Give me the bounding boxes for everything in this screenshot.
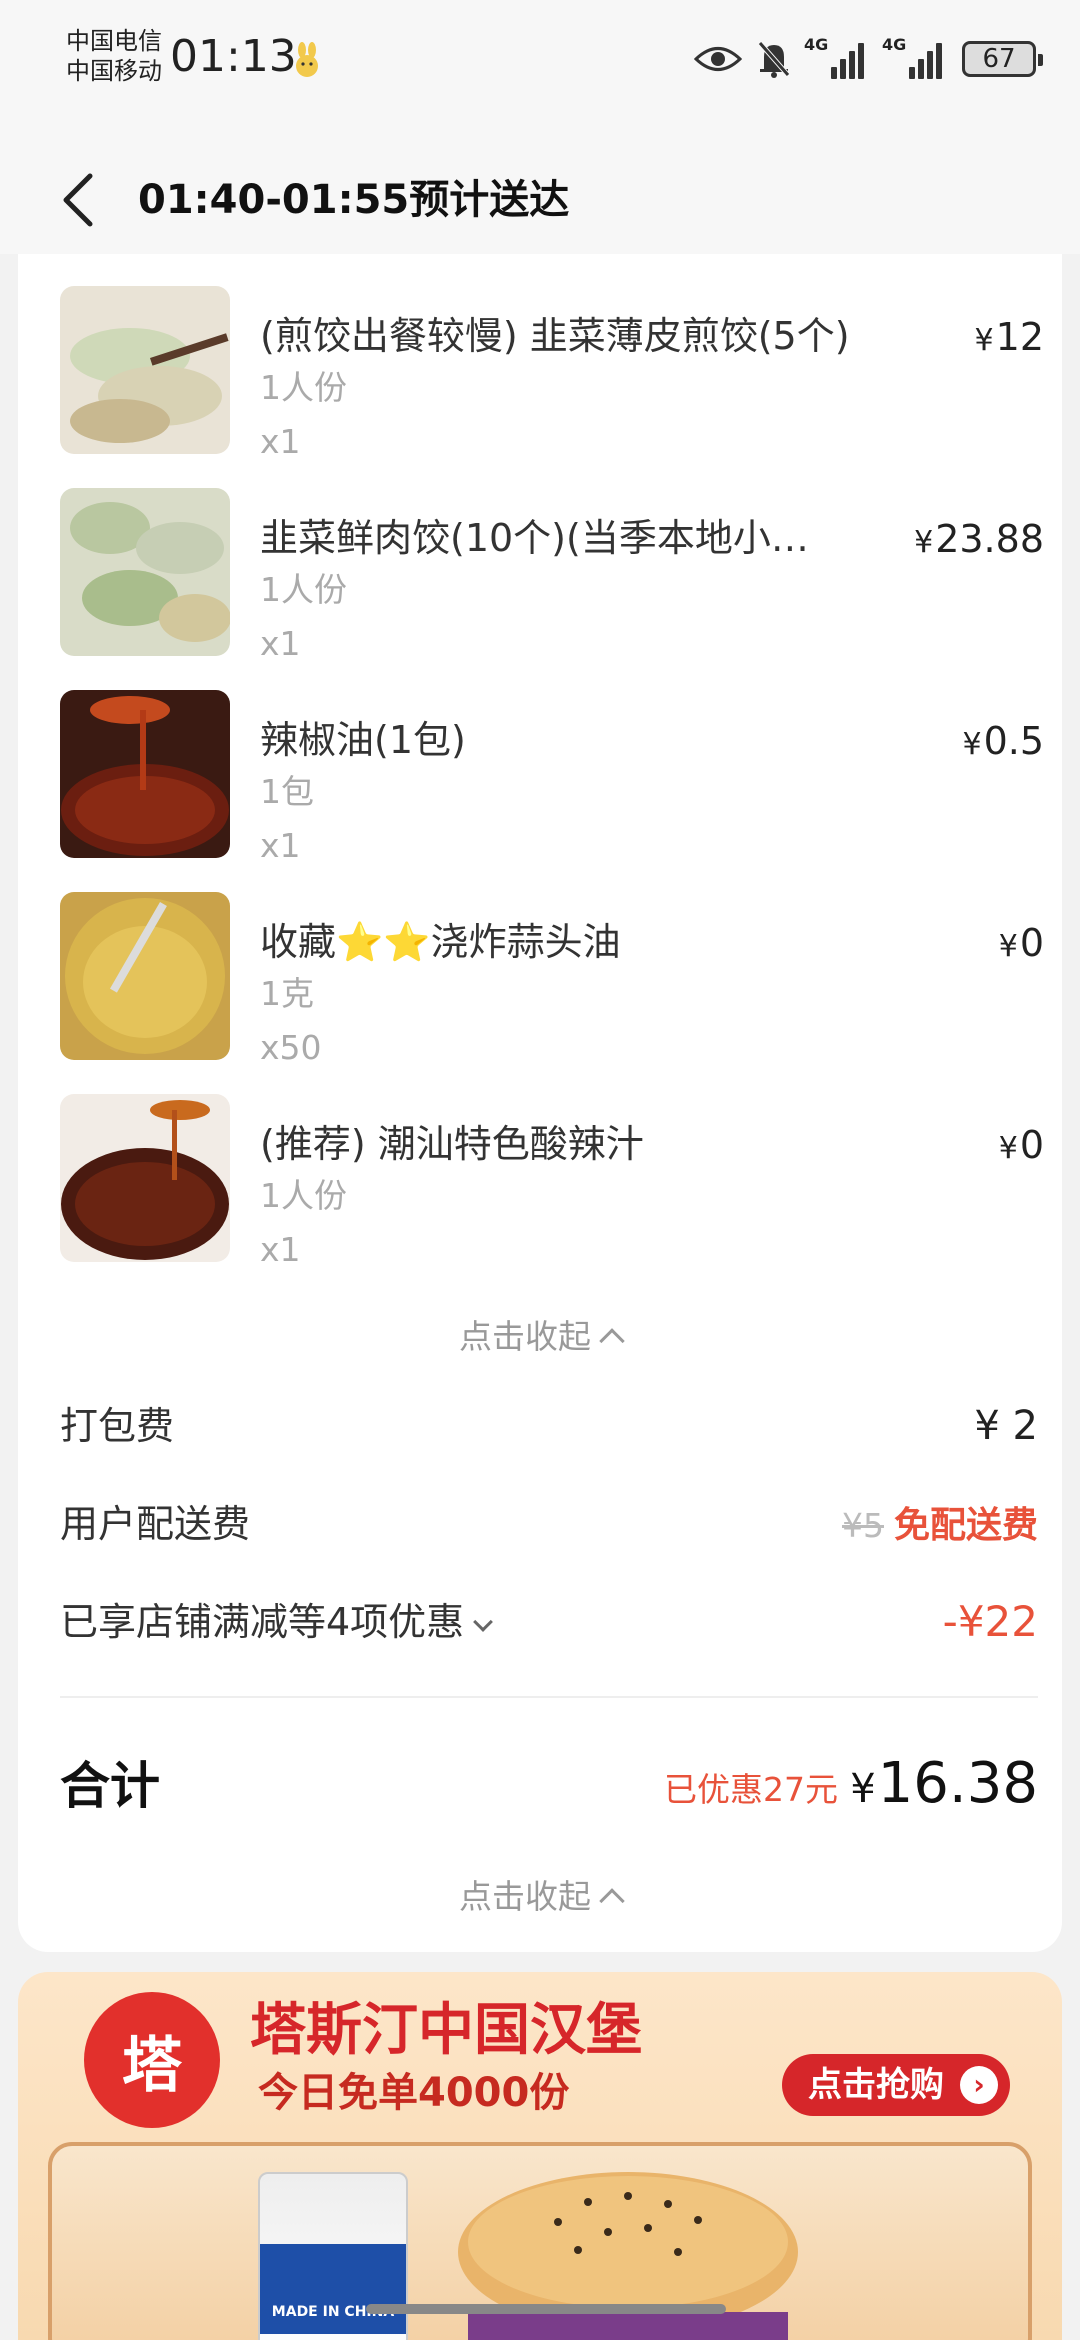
total-value: 16.38 [877, 1751, 1038, 1816]
item-name: 辣椒油(1包) [260, 718, 466, 762]
discount-label: 已享店铺满减等4项优惠 [60, 1592, 494, 1652]
total-label: 合计 [60, 1757, 160, 1815]
price-value: 23.88 [935, 517, 1044, 561]
item-name: (煎饺出餐较慢) 韭菜薄皮煎饺(5个) [260, 314, 850, 358]
delivery-fee-label: 用户配送费 [60, 1502, 251, 1546]
status-bar: 中国电信 中国移动 01:13 4G 4G 67 [0, 0, 1080, 120]
item-spec: 1人份 [260, 368, 347, 407]
order-item[interactable]: 韭菜鲜肉饺(10个)(当季本地小… 1人份 x1 ¥23.88 [60, 488, 1044, 663]
free-delivery-label: 免配送费 [893, 1505, 1038, 1546]
currency-symbol: ¥ [914, 525, 934, 560]
food-thumbnail [60, 1094, 230, 1262]
food-thumbnail [60, 892, 230, 1060]
item-name: (推荐) 潮汕特色酸辣汁 [260, 1122, 644, 1166]
item-quantity: x1 [260, 1230, 301, 1269]
drink-cup-image: MADE IN CHINA [258, 2172, 408, 2340]
item-name: 韭菜鲜肉饺(10个)(当季本地小… [260, 516, 809, 560]
carrier-2: 中国移动 [66, 57, 162, 85]
food-thumbnail [60, 690, 230, 858]
network-label-1: 4G [804, 35, 829, 54]
item-price: ¥12 [975, 312, 1044, 366]
item-price: ¥0 [999, 1120, 1044, 1174]
item-quantity: x1 [260, 826, 301, 865]
currency-symbol: ¥ [850, 1766, 876, 1812]
logo-text: 塔 [122, 2030, 182, 2101]
mute-bell-icon [758, 41, 790, 78]
signal-2-icon: 4G [882, 35, 948, 79]
promo-title: 塔斯汀中国汉堡 [250, 1998, 642, 2063]
packing-fee-row: 打包费 ¥ 2 [60, 1396, 1038, 1456]
order-card: (煎饺出餐较慢) 韭菜薄皮煎饺(5个) 1人份 x1 ¥12 韭菜鲜肉饺(10个… [18, 254, 1062, 1952]
grab-deal-label: 点击抢购 [808, 2065, 944, 2105]
currency-symbol: ¥ [974, 323, 994, 358]
home-indicator[interactable] [366, 2304, 726, 2314]
delivery-fee-value: ¥5 免配送费 [842, 1494, 1038, 1556]
back-arrow-icon[interactable] [58, 172, 98, 228]
packing-fee-label: 打包费 [60, 1404, 175, 1448]
delivery-fee-original: ¥5 [841, 1506, 884, 1545]
food-thumbnail [60, 286, 230, 454]
eye-icon [694, 47, 742, 71]
signal-1-icon: 4G [804, 35, 870, 79]
item-price: ¥23.88 [914, 514, 1044, 568]
order-item[interactable]: (煎饺出餐较慢) 韭菜薄皮煎饺(5个) 1人份 x1 ¥12 [60, 286, 1044, 461]
currency-symbol: ¥ [962, 727, 982, 762]
delivery-fee-row: 用户配送费 ¥5 免配送费 [60, 1494, 1038, 1554]
price-value: 0 [1019, 1123, 1044, 1167]
saved-amount: 已优惠27元 [664, 1770, 838, 1809]
collapse-label: 点击收起 [459, 1877, 591, 1916]
chevron-down-icon [473, 1612, 494, 1632]
chevron-right-icon: › [960, 2066, 998, 2104]
packing-fee-value: ¥ 2 [974, 1403, 1038, 1449]
battery-level: 67 [982, 44, 1016, 74]
order-item[interactable]: 辣椒油(1包) 1包 x1 ¥0.5 [60, 690, 1044, 865]
carrier-names: 中国电信 中国移动 [66, 26, 162, 86]
collapse-label: 点击收起 [459, 1317, 591, 1356]
currency-symbol: ¥ [998, 1131, 1018, 1166]
carrier-1: 中国电信 [66, 27, 162, 55]
promo-subtitle: 今日免单4000份 [258, 2070, 570, 2116]
item-price: ¥0.5 [962, 716, 1044, 770]
total-amount: ¥16.38 [850, 1750, 1038, 1823]
currency-symbol: ¥ [998, 929, 1018, 964]
item-name: 收藏⭐⭐浇炸蒜头油 [260, 920, 621, 964]
price-value: 0.5 [983, 719, 1044, 763]
status-icons: 4G 4G 67 [694, 34, 1043, 84]
item-spec: 1人份 [260, 1176, 347, 1215]
item-spec: 1克 [260, 974, 314, 1013]
battery-icon: 67 [962, 41, 1043, 77]
item-price: ¥0 [999, 918, 1044, 972]
order-item[interactable]: (推荐) 潮汕特色酸辣汁 1人份 x1 ¥0 [60, 1094, 1044, 1269]
discount-row[interactable]: 已享店铺满减等4项优惠 -¥22 [60, 1592, 1038, 1652]
discount-value: -¥22 [942, 1597, 1038, 1646]
delivery-time-title: 01:40-01:55预计送达 [138, 177, 570, 223]
collapse-items-button[interactable]: 点击收起 [18, 1310, 1062, 1358]
chevron-up-icon [599, 1888, 625, 1914]
clock: 01:13 [170, 31, 297, 82]
price-value: 0 [1019, 921, 1044, 965]
divider [60, 1696, 1038, 1698]
item-quantity: x1 [260, 422, 301, 461]
brand-logo: 塔 [84, 1992, 220, 2128]
item-spec: 1人份 [260, 570, 347, 609]
item-quantity: x1 [260, 624, 301, 663]
food-thumbnail [60, 488, 230, 656]
network-label-2: 4G [882, 35, 907, 54]
bunny-icon [296, 42, 318, 77]
order-item[interactable]: 收藏⭐⭐浇炸蒜头油 1克 x50 ¥0 [60, 892, 1044, 1067]
collapse-summary-button[interactable]: 点击收起 [18, 1870, 1062, 1918]
item-quantity: x50 [260, 1028, 322, 1067]
discount-text: 已享店铺满减等4项优惠 [60, 1600, 465, 1644]
promo-banner[interactable]: 塔 塔斯汀中国汉堡 今日免单4000份 点击抢购 › MADE IN CHINA [18, 1972, 1062, 2340]
price-value: 12 [995, 315, 1044, 359]
grab-deal-button[interactable]: 点击抢购 › [782, 2054, 1010, 2116]
item-spec: 1包 [260, 772, 314, 811]
chevron-up-icon [599, 1328, 625, 1354]
